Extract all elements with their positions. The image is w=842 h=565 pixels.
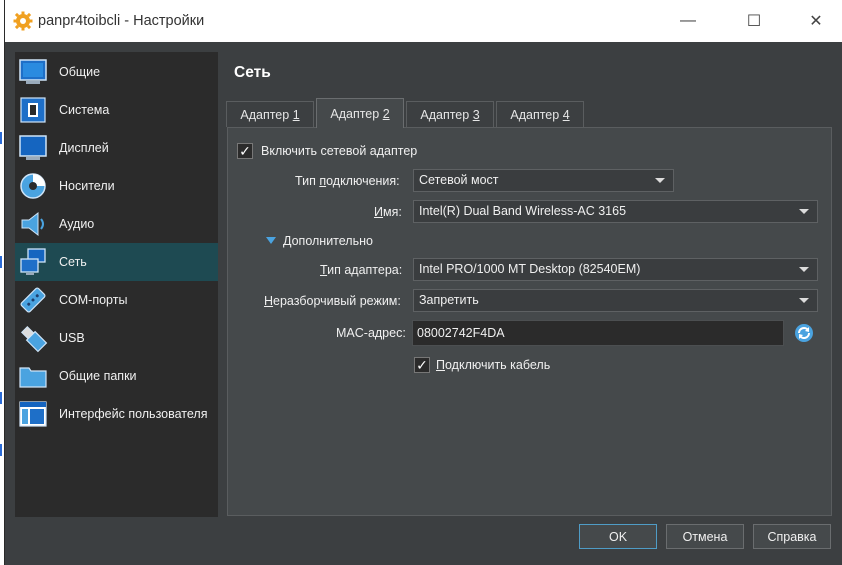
chevron-down-icon [799, 267, 809, 272]
sidebar-item-label: Сеть [59, 255, 87, 269]
sidebar-item-network[interactable]: Сеть [15, 243, 218, 281]
attached-to-label: Тип подключения: [295, 174, 400, 188]
cancel-button[interactable]: Отмена [666, 524, 744, 549]
sidebar-item-label: Носители [59, 179, 115, 193]
tab-label: Адаптер 2 [330, 106, 390, 121]
maximize-button[interactable]: ☐ [731, 0, 777, 42]
close-icon: ✕ [809, 13, 823, 30]
general-icon [19, 59, 47, 84]
usb-icon [20, 325, 48, 353]
chip-icon [20, 97, 46, 123]
maximize-icon: ☐ [746, 13, 762, 30]
chevron-down-icon [799, 209, 809, 214]
sidebar-item-label: USB [59, 331, 85, 345]
cable-connected-label[interactable]: Подключить кабель [436, 358, 550, 372]
gear-icon [13, 11, 33, 31]
minimize-button[interactable]: — [665, 0, 711, 42]
promiscuous-mode-value: Запретить [419, 293, 479, 307]
title-bar[interactable]: panpr4toibcli - Настройки — ☐ ✕ [5, 0, 842, 42]
promiscuous-mode-select[interactable]: Запретить [413, 289, 818, 312]
ok-button[interactable]: OK [579, 524, 657, 549]
sidebar-item-label: Аудио [59, 217, 95, 231]
settings-window: panpr4toibcli - Настройки — ☐ ✕ Общие Си… [4, 0, 842, 565]
tab-adapter-2[interactable]: Адаптер 2 [316, 98, 404, 128]
minimize-icon: — [680, 12, 696, 29]
tab-label: Адаптер 1 [240, 107, 300, 122]
monitor-icon [19, 135, 47, 160]
settings-sidebar: Общие Система Дисплей Носители Аудио Сет… [15, 52, 218, 517]
close-button[interactable]: ✕ [793, 0, 839, 42]
tab-adapter-4[interactable]: Адаптер 4 [496, 101, 584, 127]
tab-adapter-1[interactable]: Адаптер 1 [226, 101, 314, 127]
adapter-type-value: Intel PRO/1000 MT Desktop (82540EM) [419, 262, 641, 276]
speaker-icon [21, 211, 44, 237]
sidebar-item-user-interface[interactable]: Интерфейс пользователя [15, 395, 218, 433]
adapter-name-value: Intel(R) Dual Band Wireless-AC 3165 [419, 204, 627, 218]
mac-address-field[interactable]: 08002742F4DA [412, 320, 784, 346]
sidebar-item-label: COM-порты [59, 293, 128, 307]
sidebar-item-display[interactable]: Дисплей [15, 129, 218, 167]
page-title: Сеть [234, 64, 271, 81]
help-button[interactable]: Справка [753, 524, 831, 549]
sidebar-item-general[interactable]: Общие [15, 53, 218, 91]
sidebar-item-label: Система [59, 103, 110, 117]
sidebar-item-storage[interactable]: Носители [15, 167, 218, 205]
mac-address-label: MAC-адрес: [336, 326, 406, 340]
sidebar-item-label: Дисплей [59, 141, 109, 155]
sidebar-item-serial-ports[interactable]: COM-порты [15, 281, 218, 319]
sidebar-item-usb[interactable]: USB [15, 319, 218, 357]
advanced-toggle[interactable]: Дополнительно [283, 234, 373, 248]
user-interface-icon [19, 401, 47, 427]
tab-label: Адаптер 3 [420, 107, 480, 122]
tab-label: Адаптер 4 [510, 107, 570, 122]
cable-connected-checkbox[interactable]: ✓ [414, 357, 430, 373]
folder-icon [19, 367, 47, 388]
adapter-type-label: Тип адаптера: [320, 263, 403, 277]
expand-arrow-icon[interactable] [266, 237, 276, 244]
refresh-mac-icon[interactable] [794, 323, 814, 343]
attached-to-select[interactable]: Сетевой мост [413, 169, 674, 192]
enable-adapter-checkbox[interactable]: ✓ [237, 143, 253, 159]
sidebar-item-shared-folders[interactable]: Общие папки [15, 357, 218, 395]
adapter-type-select[interactable]: Intel PRO/1000 MT Desktop (82540EM) [413, 258, 818, 281]
tab-adapter-3[interactable]: Адаптер 3 [406, 101, 494, 127]
disk-icon [20, 173, 46, 199]
sidebar-item-system[interactable]: Система [15, 91, 218, 129]
enable-adapter-label[interactable]: Включить сетевой адаптер [261, 144, 417, 158]
promiscuous-mode-label: Неразборчивый режим: [264, 294, 401, 308]
name-label: Имя: [374, 205, 402, 219]
sidebar-item-audio[interactable]: Аудио [15, 205, 218, 243]
serial-icon [20, 287, 46, 313]
chevron-down-icon [655, 178, 665, 183]
sidebar-item-label: Общие [59, 65, 101, 79]
window-title: panpr4toibcli - Настройки [38, 13, 205, 29]
chevron-down-icon [799, 298, 809, 303]
sidebar-item-label: Общие папки [59, 369, 137, 383]
adapter-name-select[interactable]: Intel(R) Dual Band Wireless-AC 3165 [413, 200, 818, 223]
attached-to-value: Сетевой мост [419, 173, 499, 187]
network-icon [20, 248, 46, 275]
sidebar-item-label: Интерфейс пользователя [59, 407, 208, 421]
